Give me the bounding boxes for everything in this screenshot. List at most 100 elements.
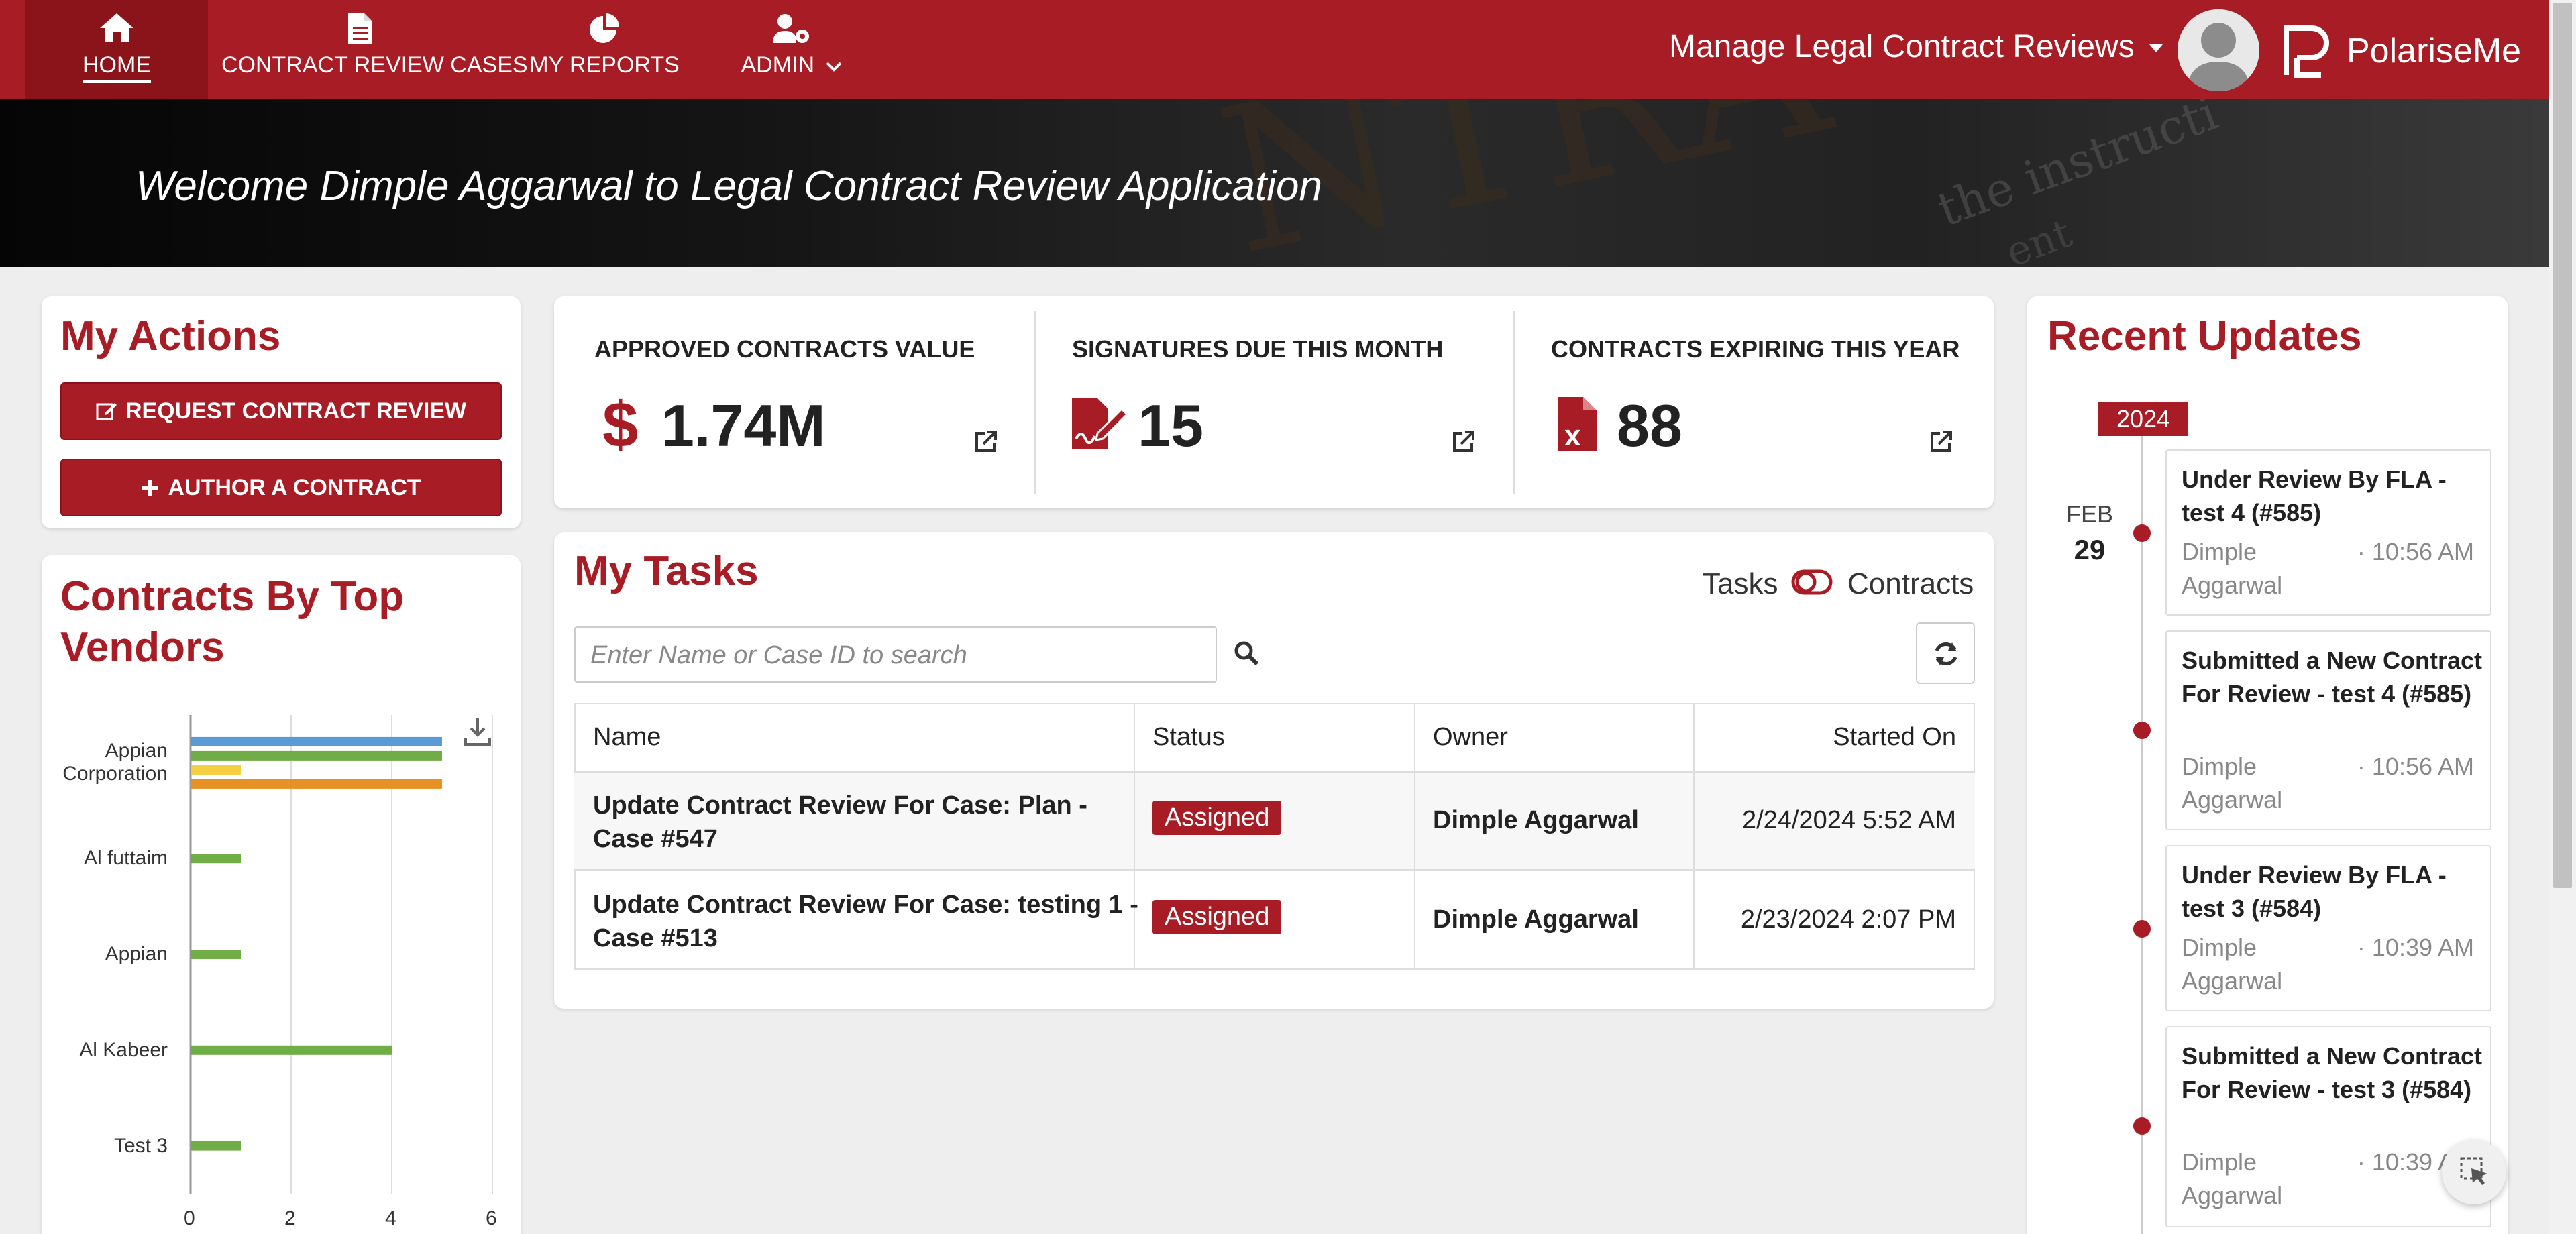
nav-my-reports[interactable]: MY REPORTS (527, 0, 682, 99)
svg-text:$: $ (602, 392, 638, 456)
user-icon (2178, 9, 2259, 91)
nav-home-label: HOME (83, 52, 151, 83)
author-contract-button[interactable]: AUTHOR A CONTRACT (60, 459, 502, 516)
timeline-month: FEB (2066, 500, 2114, 528)
update-title: Under Review By FLA - test 3 (#584) (2182, 861, 2447, 922)
chart-category-label: Appian Corporation (40, 740, 168, 785)
chart-x-tick-label: 6 (486, 1207, 497, 1229)
dollar-icon: $ (602, 389, 639, 461)
chart-x-tick-label: 0 (184, 1207, 195, 1229)
task-started-on: 2/24/2024 5:52 AM (1741, 806, 1956, 834)
timeline-day: 29 (2074, 534, 2106, 565)
update-item[interactable]: Under Review By FLA - test 3 (#584) Dimp… (2165, 845, 2491, 1011)
download-icon[interactable] (463, 716, 492, 750)
welcome-message: Welcome Dimple Aggarwal to Legal Contrac… (136, 163, 1322, 209)
floating-select-button[interactable] (2442, 1140, 2506, 1204)
nav-contract-review-cases[interactable]: CONTRACT REVIEW CASES (221, 0, 528, 99)
column-header-started-on[interactable]: Started On (1833, 723, 1956, 752)
timeline-dot (2133, 1117, 2151, 1135)
external-link-icon[interactable] (1929, 429, 1953, 457)
kpi-signatures-value: 15 (1138, 392, 1203, 459)
nav-admin[interactable]: ADMIN (718, 0, 865, 99)
chart-category-label-line: Test 3 (113, 1134, 168, 1157)
update-title: Submitted a New Contract For Review - te… (2182, 647, 2483, 708)
chart-category-label: Test 3 (40, 1135, 168, 1158)
scrollbar-thumb[interactable] (2553, 3, 2572, 888)
chart-x-tick-label: 2 (284, 1207, 296, 1229)
app-switcher-dropdown[interactable]: Manage Legal Contract Reviews (1669, 28, 2163, 65)
timeline-dot (2133, 920, 2151, 938)
toggle-contracts-label: Contracts (1847, 567, 1974, 600)
task-started-on: 2/23/2024 2:07 PM (1740, 905, 1956, 934)
request-contract-review-button[interactable]: REQUEST CONTRACT REVIEW (60, 382, 502, 440)
avatar[interactable] (2178, 9, 2259, 91)
vendors-title-line2: Vendors (60, 624, 225, 671)
chart-category-label-line: Al futtaim (83, 847, 168, 870)
svg-text:the instructi: the instructi (1931, 99, 2224, 237)
chart-category-label-line: Corporation (62, 763, 168, 785)
svg-text:x: x (1564, 419, 1581, 452)
kpi-expiring-label: CONTRACTS EXPIRING THIS YEAR (1551, 335, 1960, 363)
app-switcher-label: Manage Legal Contract Reviews (1669, 29, 2135, 64)
task-name-link[interactable]: Update Contract Review For Case: testing… (593, 888, 1138, 955)
my-tasks-title: My Tasks (574, 548, 759, 594)
external-link-icon[interactable] (1452, 429, 1476, 457)
external-link-icon[interactable] (974, 429, 998, 457)
caret-down-icon (2149, 44, 2163, 53)
update-item[interactable]: Submitted a New Contract For Review - te… (2165, 630, 2491, 830)
nav-contract-review-cases-label: CONTRACT REVIEW CASES (221, 52, 528, 78)
task-owner: Dimple Aggarwal (1433, 905, 1639, 934)
timeline-line (2141, 429, 2143, 1234)
my-actions-card: My Actions REQUEST CONTRACT REVIEW AUTHO… (42, 296, 521, 528)
column-header-name[interactable]: Name (593, 723, 661, 752)
kpi-divider (1034, 311, 1036, 494)
chart-x-tick-label: 4 (385, 1207, 396, 1229)
toggle-tasks-label: Tasks (1703, 567, 1778, 600)
task-name-line2: Case #513 (593, 924, 718, 952)
update-time: · 10:39 AM (2357, 934, 2474, 961)
timeline-dot (2133, 722, 2151, 739)
status-badge: Assigned (1152, 801, 1282, 835)
update-author: Dimple Aggarwal (2182, 752, 2283, 814)
kpi-approved-label: APPROVED CONTRACTS VALUE (594, 335, 975, 363)
column-header-status[interactable]: Status (1152, 723, 1225, 752)
update-author: Dimple Aggarwal (2182, 538, 2283, 599)
vendors-title: Contracts By Top Vendors (60, 571, 404, 673)
cursor-select-icon (2460, 1157, 2487, 1185)
update-item[interactable]: Submitted a New Contract For Review - te… (2165, 1026, 2491, 1227)
pie-chart-icon (527, 12, 682, 46)
refresh-button[interactable] (1916, 622, 1975, 684)
kpi-divider (1513, 311, 1515, 494)
task-name-line2: Case #547 (593, 825, 718, 853)
nav-admin-label: ADMIN (741, 52, 815, 78)
update-item[interactable]: Under Review By FLA - test 4 (#585) Dimp… (2165, 449, 2491, 616)
update-time: · 10:56 AM (2357, 538, 2474, 565)
tasks-contracts-toggle[interactable] (1791, 567, 1834, 600)
nav-home[interactable]: HOME (25, 0, 208, 99)
svg-text:ent: ent (2000, 210, 2078, 267)
task-name-link[interactable]: Update Contract Review For Case: Plan - … (593, 789, 1087, 856)
request-contract-review-label: REQUEST CONTRACT REVIEW (125, 398, 467, 424)
refresh-icon (1935, 642, 1957, 666)
kpi-expiring-value: 88 (1617, 392, 1682, 459)
search-icon[interactable] (1233, 640, 1260, 670)
brand-logo: PolariseMe (2281, 19, 2521, 83)
update-title: Under Review By FLA - test 4 (#585) (2182, 465, 2447, 526)
user-gear-icon (718, 12, 865, 46)
polariseme-logo-icon (2284, 25, 2329, 78)
my-actions-title: My Actions (60, 313, 281, 359)
vendors-card: Contracts By Top Vendors (42, 555, 521, 1234)
kpi-approved-value: 1.74M (661, 392, 826, 459)
task-name-line1: Update Contract Review For Case: testing… (593, 891, 1138, 919)
file-excel-icon: x (1556, 396, 1598, 455)
chart-category-label: Appian (40, 943, 168, 966)
chart-category-label-line: Al Kabeer (79, 1038, 168, 1061)
task-search-input[interactable]: Enter Name or Case ID to search (574, 626, 1217, 683)
column-header-owner[interactable]: Owner (1433, 723, 1508, 752)
signature-file-icon (1071, 397, 1129, 454)
plus-icon (142, 480, 159, 496)
my-tasks-card: My Tasks Tasks Contracts Enter Name or C… (554, 532, 1994, 1009)
task-name-line1: Update Contract Review For Case: Plan - (593, 791, 1087, 820)
kpi-signatures-label: SIGNATURES DUE THIS MONTH (1072, 335, 1444, 363)
brand-name: PolariseMe (2347, 32, 2522, 70)
